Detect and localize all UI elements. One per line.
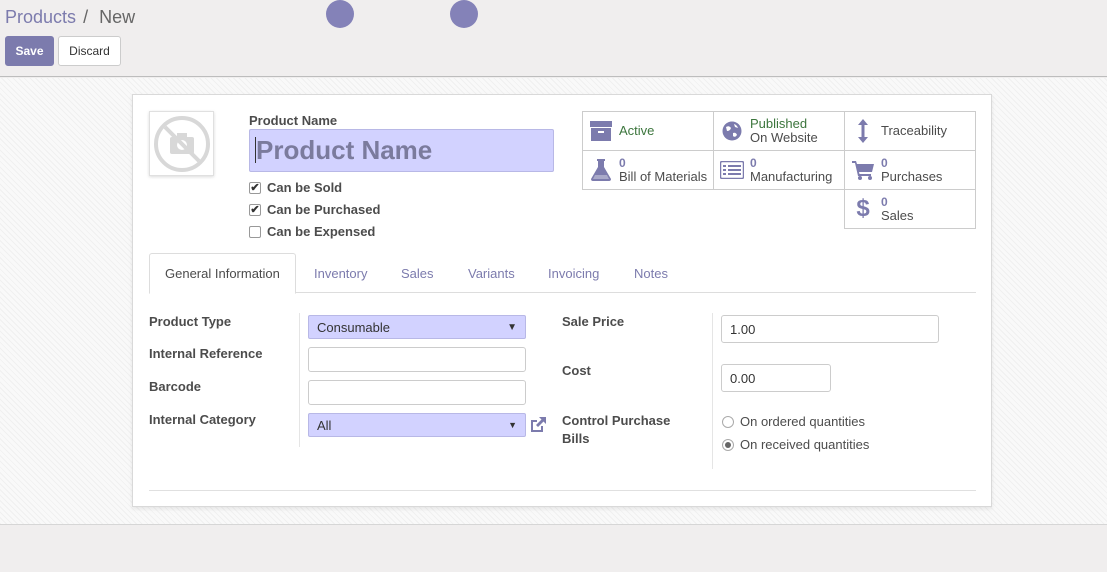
- no-camera-icon: [153, 115, 210, 172]
- bom-label: Bill of Materials: [619, 169, 708, 184]
- breadcrumb-separator: /: [83, 7, 89, 27]
- published-label: Published: [750, 116, 808, 131]
- can-be-sold-checkbox[interactable]: ✔ Can be Sold: [249, 180, 342, 195]
- control-purchase-bills-label: Control Purchase Bills: [562, 412, 670, 448]
- field-divider: [299, 313, 300, 447]
- cost-label: Cost: [562, 363, 591, 378]
- purchases-label: Purchases: [881, 169, 943, 184]
- caret-down-icon: ▼: [508, 420, 517, 430]
- notebook-tabs: General Information Inventory Sales Vari…: [149, 253, 976, 294]
- product-type-select[interactable]: Consumable ▼: [308, 315, 526, 339]
- external-link-icon[interactable]: [528, 415, 548, 438]
- checkbox-checked-icon[interactable]: ✔: [249, 203, 261, 216]
- text-caret: [255, 137, 256, 163]
- sales-label: Sales: [881, 208, 914, 223]
- radio-label: On ordered quantities: [740, 414, 866, 429]
- tab-variants[interactable]: Variants: [468, 253, 515, 293]
- checkbox-checked-icon[interactable]: ✔: [249, 181, 261, 194]
- arrows-vertical-icon: [845, 119, 881, 143]
- can-be-expensed-checkbox[interactable]: Can be Expensed: [249, 224, 375, 239]
- cost-input[interactable]: [721, 364, 831, 392]
- manufacturing-button[interactable]: 0 Manufacturing: [713, 150, 845, 190]
- barcode-label: Barcode: [149, 379, 202, 394]
- internal-reference-label: Internal Reference: [149, 346, 263, 361]
- breadcrumb-products-link[interactable]: Products: [5, 7, 76, 27]
- sale-price-label: Sale Price: [562, 314, 625, 329]
- checkbox-unchecked-icon[interactable]: [249, 225, 261, 238]
- dollar-icon: $: [856, 195, 870, 222]
- product-type-value: Consumable: [317, 319, 390, 335]
- radio-unselected-icon[interactable]: [722, 415, 734, 428]
- barcode-input[interactable]: [308, 380, 526, 405]
- traceability-label: Traceability: [881, 123, 947, 138]
- sales-button[interactable]: $ 0 Sales: [844, 189, 976, 229]
- internal-category-select[interactable]: All ▼: [308, 413, 526, 437]
- traceability-button[interactable]: Traceability: [844, 111, 976, 151]
- breadcrumb-current: New: [99, 7, 136, 27]
- internal-category-value: All: [317, 417, 332, 433]
- manufacturing-count: 0: [750, 156, 757, 170]
- active-button[interactable]: Active: [582, 111, 714, 151]
- tab-general-information[interactable]: General Information: [149, 253, 296, 294]
- checkbox-label: Can be Sold: [267, 180, 343, 195]
- radio-ordered-quantities[interactable]: On ordered quantities: [722, 414, 865, 429]
- control-label-line2: Bills: [562, 431, 590, 446]
- product-image-placeholder[interactable]: [149, 111, 214, 176]
- section-divider: [149, 490, 976, 491]
- purchases-count: 0: [881, 156, 888, 170]
- radio-received-quantities[interactable]: On received quantities: [722, 437, 869, 452]
- tab-inventory[interactable]: Inventory: [314, 253, 367, 293]
- tab-notes[interactable]: Notes: [634, 253, 668, 293]
- product-name-input[interactable]: [249, 129, 554, 172]
- archive-icon: [583, 121, 619, 141]
- loading-indicator-dot: [450, 0, 478, 28]
- flask-icon: [583, 159, 619, 181]
- smart-buttons: Active Published On Website Traceability…: [582, 111, 977, 230]
- globe-icon: [714, 121, 750, 141]
- caret-down-icon: ▼: [507, 321, 517, 333]
- tab-sales[interactable]: Sales: [401, 253, 434, 293]
- checkbox-label: Can be Expensed: [267, 224, 376, 239]
- cart-icon: [845, 160, 881, 180]
- sales-count: 0: [881, 195, 888, 209]
- tab-invoicing[interactable]: Invoicing: [548, 253, 599, 293]
- radio-label: On received quantities: [740, 437, 870, 452]
- internal-reference-input[interactable]: [308, 347, 526, 372]
- discard-button[interactable]: Discard: [58, 36, 121, 66]
- purchases-button[interactable]: 0 Purchases: [844, 150, 976, 190]
- radio-selected-icon[interactable]: [722, 438, 734, 451]
- sale-price-input[interactable]: [721, 315, 939, 343]
- product-type-label: Product Type: [149, 314, 232, 329]
- can-be-purchased-checkbox[interactable]: ✔ Can be Purchased: [249, 202, 380, 217]
- on-website-label: On Website: [750, 130, 818, 145]
- control-label-line1: Control Purchase: [562, 413, 671, 428]
- active-label: Active: [619, 123, 655, 138]
- field-divider: [712, 313, 713, 469]
- product-name-label: Product Name: [249, 113, 338, 128]
- control-panel: Products / New Save Discard: [0, 0, 1107, 77]
- internal-category-label: Internal Category: [149, 412, 256, 427]
- form-sheet: Product Name ✔ Can be Sold ✔ Can be Purc…: [132, 94, 992, 507]
- published-button[interactable]: Published On Website: [713, 111, 845, 151]
- loading-indicator-dot: [326, 0, 354, 28]
- bill-of-materials-button[interactable]: 0 Bill of Materials: [582, 150, 714, 190]
- save-button[interactable]: Save: [5, 36, 54, 66]
- manufacturing-label: Manufacturing: [750, 169, 833, 184]
- list-alt-icon: [714, 161, 750, 179]
- breadcrumb: Products / New: [5, 7, 135, 28]
- bom-count: 0: [619, 156, 626, 170]
- checkbox-label: Can be Purchased: [267, 202, 381, 217]
